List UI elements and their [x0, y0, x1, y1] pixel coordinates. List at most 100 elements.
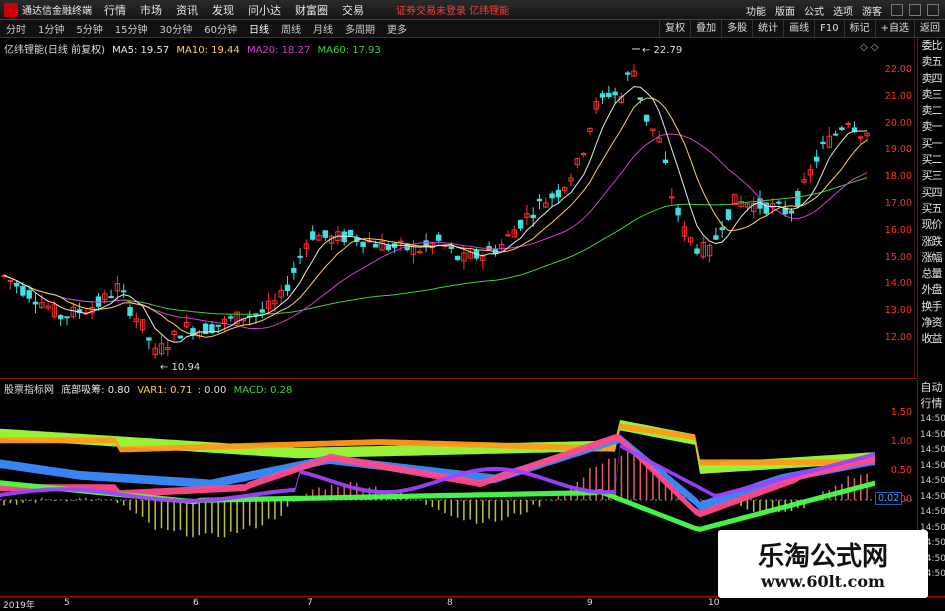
tab-more[interactable]: 更多	[387, 21, 407, 36]
menu-item-market[interactable]: 市场	[140, 2, 162, 18]
candle-body	[637, 97, 643, 100]
quote-field-label[interactable]: 买一	[918, 136, 945, 152]
quote-field-label[interactable]: 卖三	[918, 87, 945, 103]
quote-field-label[interactable]: 买四	[918, 185, 945, 201]
candle-body	[20, 286, 26, 296]
candle-body	[436, 234, 442, 241]
menu-item-trade[interactable]: 交易	[342, 2, 364, 18]
candlestick-chart[interactable]: ← 22.79 ← 10.94 ◇ ◇	[0, 38, 915, 378]
btn-statistics[interactable]: 统计	[752, 20, 783, 38]
candle-body	[820, 141, 826, 145]
quote-field-label[interactable]: 换手	[918, 299, 945, 315]
candle-body	[385, 245, 392, 251]
tick-time: 14:50	[920, 491, 945, 502]
indicator-tick-label: 1.50	[890, 407, 912, 418]
candle-body	[448, 246, 455, 249]
btn-restore-rights[interactable]: 复权	[659, 20, 690, 38]
candle-body	[64, 316, 70, 319]
date-label: 8	[447, 598, 453, 608]
diamond-icon[interactable]: ◇ ◇	[860, 42, 879, 53]
menu-item-quotes[interactable]: 行情	[104, 2, 126, 18]
candle-body	[13, 282, 20, 287]
candle-body	[675, 207, 681, 216]
candle-body	[814, 156, 820, 162]
menu-item-ask[interactable]: 问小达	[248, 2, 281, 18]
tab-5min[interactable]: 5分钟	[76, 21, 102, 36]
candle-body	[373, 243, 379, 248]
menu-formula[interactable]: 公式	[804, 3, 824, 18]
quote-field-label[interactable]: 卖二	[918, 103, 945, 119]
btn-multi-stock[interactable]: 多股	[721, 20, 752, 38]
tab-60min[interactable]: 60分钟	[204, 21, 237, 36]
quote-field-label[interactable]: 买二	[918, 152, 945, 168]
quote-side-panel: 委比 卖五 卖四 卖三 卖二 卖一 买一 买二 买三 买四 买五 现价 涨跌 涨幅 总量 外盘 换手 净资 收益	[917, 38, 945, 378]
quote-field-label[interactable]: 收益	[918, 331, 945, 347]
tab-1min[interactable]: 1分钟	[38, 21, 64, 36]
candle-body	[517, 219, 524, 229]
maximize-icon[interactable]	[909, 4, 921, 16]
stock-title: 亿纬锂能(日线 前复权)	[4, 45, 105, 56]
btn-overlay[interactable]: 叠加	[690, 20, 721, 38]
tab-30min[interactable]: 30分钟	[159, 21, 192, 36]
price-tick-label: 18.00	[884, 171, 912, 183]
tab-multi-period[interactable]: 多周期	[345, 21, 375, 36]
menu-options[interactable]: 选项	[833, 3, 853, 18]
candle-body	[398, 240, 404, 243]
price-tick-label: 12.00	[884, 331, 912, 343]
tab-weekly[interactable]: 周线	[281, 21, 301, 36]
candle-body	[776, 201, 782, 204]
menu-item-discover[interactable]: 发现	[212, 2, 234, 18]
btn-f10[interactable]: F10	[814, 20, 843, 38]
btn-mark[interactable]: 标记	[843, 20, 875, 38]
quote-field-label[interactable]: 涨幅	[918, 250, 945, 266]
date-label: 7	[307, 598, 313, 608]
candle-body	[694, 248, 700, 254]
tab-monthly[interactable]: 月线	[313, 21, 333, 36]
menu-function[interactable]: 功能	[746, 3, 766, 18]
quote-field-label[interactable]: 买三	[918, 168, 945, 184]
sub-legend: 股票指标网 底部吸筹: 0.80 VAR1: 0.71 : 0.00 MACD:…	[4, 381, 292, 396]
quote-field-label[interactable]: 净资	[918, 315, 945, 331]
app-logo-icon	[4, 2, 18, 17]
btn-add-watchlist[interactable]: +自选	[874, 20, 914, 38]
tick-panel-label[interactable]: 自动	[918, 380, 945, 396]
app-name: 通达信金融终端	[22, 6, 92, 17]
quote-field-label[interactable]: 买五	[918, 201, 945, 217]
menu-bar: 通达信金融终端 行情 市场 资讯 发现 问小达 财富圈 交易 证券交易未登录 亿…	[0, 0, 945, 20]
quote-field-label[interactable]: 涨跌	[918, 234, 945, 250]
price-tick-label: 20.00	[884, 117, 912, 129]
btn-back[interactable]: 返回	[914, 20, 945, 38]
tab-15min[interactable]: 15分钟	[115, 21, 148, 36]
close-icon[interactable]	[927, 4, 939, 16]
date-label: 6	[193, 598, 199, 608]
candle-body	[108, 296, 114, 299]
candle-body	[297, 255, 303, 258]
menu-layout[interactable]: 版面	[775, 3, 795, 18]
candle-body	[127, 307, 133, 316]
indicator-tick-label: 1.00	[890, 436, 912, 447]
quote-field-label[interactable]: 卖一	[918, 119, 945, 135]
quote-field-label[interactable]: 现价	[918, 217, 945, 233]
candle-body	[454, 255, 461, 261]
quote-field-label[interactable]: 卖四	[918, 71, 945, 87]
minimize-icon[interactable]	[891, 4, 903, 16]
candle-body	[845, 122, 851, 125]
candle-body	[713, 235, 719, 240]
quote-field-label[interactable]: 委比	[918, 38, 945, 54]
tab-daily[interactable]: 日线	[249, 21, 269, 36]
indicator-name: 底部吸筹: 0.80	[61, 385, 131, 396]
quote-field-label[interactable]: 外盘	[918, 282, 945, 298]
tick-time: 14:50	[920, 476, 945, 486]
menu-item-wealth[interactable]: 财富圈	[295, 2, 328, 18]
candle-body	[839, 127, 845, 131]
menu-item-news[interactable]: 资讯	[176, 2, 198, 18]
candle-body	[32, 301, 39, 305]
tab-timeshare[interactable]: 分时	[6, 21, 26, 36]
btn-draw-line[interactable]: 画线	[783, 20, 814, 38]
candle-body	[284, 284, 291, 292]
candle-body	[291, 268, 297, 273]
quote-field-label[interactable]: 卖五	[918, 54, 945, 70]
tick-panel-label[interactable]: 行情	[918, 396, 945, 412]
menu-guest[interactable]: 游客	[862, 3, 882, 18]
quote-field-label[interactable]: 总量	[918, 266, 945, 282]
